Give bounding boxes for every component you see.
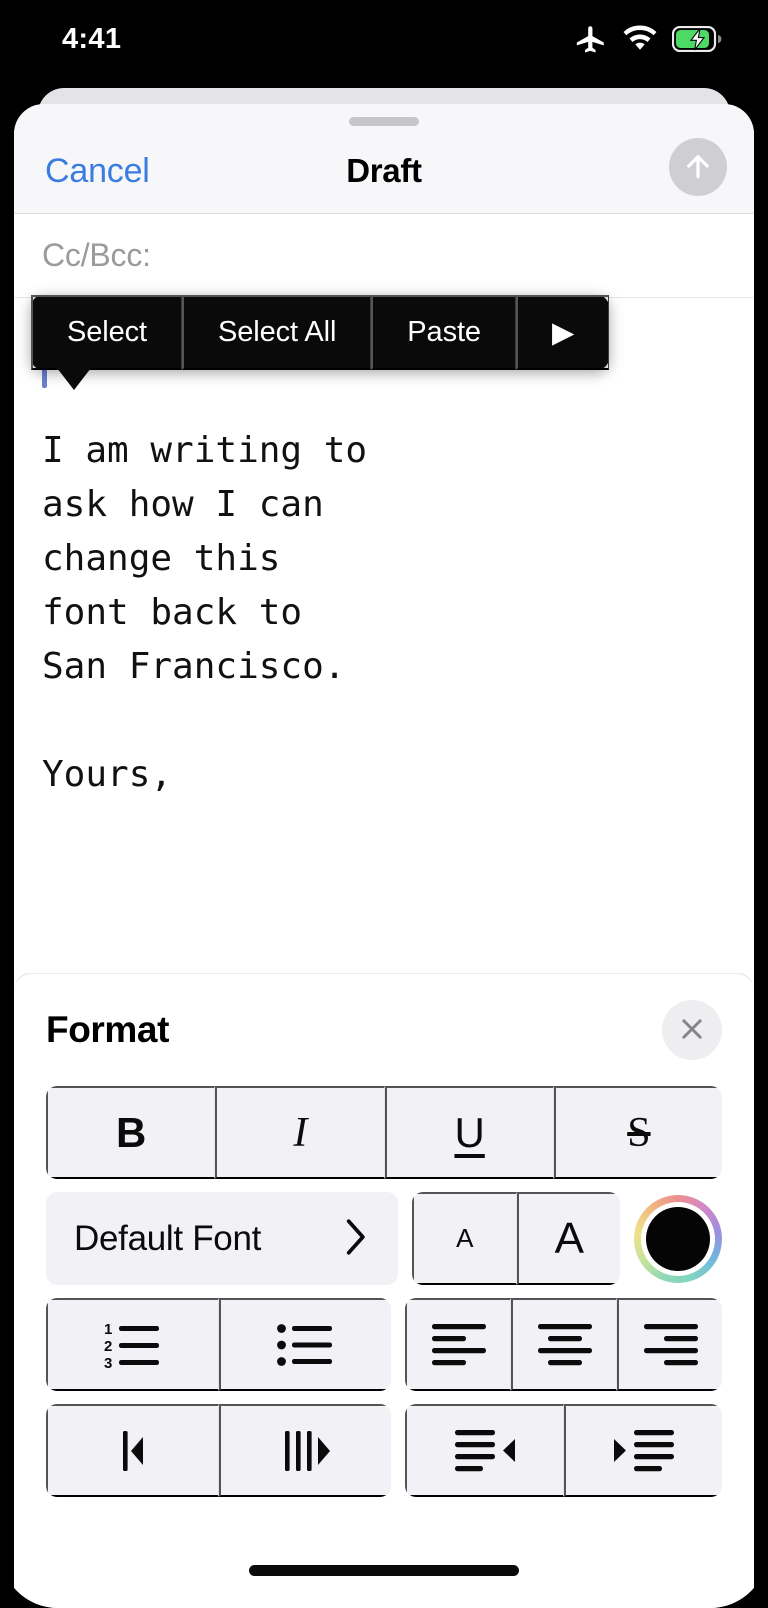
numbered-list-button[interactable]: 1 2 3 [46, 1298, 219, 1391]
numbered-list-icon: 1 2 3 [103, 1319, 163, 1371]
message-body-text: I am writing to ask how I can change thi… [42, 430, 368, 795]
send-button[interactable] [669, 138, 727, 196]
status-bar-time: 4:41 [62, 22, 122, 55]
italic-button[interactable]: I [215, 1086, 385, 1179]
svg-text:3: 3 [104, 1355, 112, 1371]
bulleted-list-button[interactable] [219, 1298, 391, 1391]
font-picker-label: Default Font [74, 1218, 262, 1258]
strikethrough-button[interactable]: S [553, 1086, 722, 1179]
text-direction-segmented-control [46, 1404, 391, 1497]
cc-bcc-field[interactable]: Cc/Bcc: [14, 214, 754, 298]
selected-color-swatch [646, 1206, 710, 1271]
bulleted-list-icon [276, 1319, 336, 1371]
align-right-icon [642, 1319, 700, 1371]
indent-segmented-control [405, 1404, 722, 1497]
font-row: Default Font A A [46, 1192, 722, 1285]
outdent-button[interactable] [405, 1404, 564, 1497]
underline-button[interactable]: U [384, 1086, 554, 1179]
format-panel-title: Format [46, 1009, 169, 1050]
bold-button[interactable]: B [46, 1086, 216, 1179]
alignment-segmented-control [405, 1298, 722, 1391]
text-style-row: B I U S [46, 1086, 722, 1179]
context-menu-paste[interactable]: Paste [371, 295, 516, 370]
context-menu-tail [57, 368, 91, 390]
large-a-glyph: A [554, 1213, 584, 1263]
send-arrow-up-icon [681, 149, 715, 186]
close-x-icon [677, 1014, 707, 1047]
bottom-safe-area [14, 1510, 754, 1608]
small-a-glyph: A [456, 1223, 474, 1253]
home-indicator[interactable] [249, 1565, 519, 1576]
align-center-icon [536, 1319, 594, 1371]
align-center-button[interactable] [511, 1298, 617, 1391]
text-direction-ltr-button[interactable] [46, 1404, 219, 1497]
list-and-align-row: 1 2 3 [46, 1298, 722, 1391]
align-left-icon [430, 1319, 488, 1371]
context-menu-more-arrow-icon[interactable]: ▶ [515, 295, 610, 370]
close-format-panel-button[interactable] [662, 1000, 722, 1060]
battery-charging-icon [672, 26, 722, 52]
align-left-button[interactable] [405, 1298, 511, 1391]
text-direction-rtl-button[interactable] [219, 1404, 391, 1497]
italic-glyph: I [293, 1109, 308, 1156]
underline-glyph: U [454, 1108, 485, 1156]
direction-and-indent-row [46, 1404, 722, 1497]
bold-glyph: B [115, 1108, 147, 1156]
message-body-editor[interactable]: I am writing to ask how I can change thi… [14, 298, 754, 973]
text-direction-left-icon [105, 1425, 161, 1477]
phone-frame: 4:41 Cancel Draft Cc/Bcc: I am writing t… [0, 0, 768, 1608]
text-style-segmented-control: B I U S [46, 1086, 722, 1179]
outdent-icon [453, 1425, 517, 1477]
compose-header: Cancel Draft [14, 104, 754, 214]
page-title: Draft [346, 152, 422, 189]
status-bar-icons [574, 22, 722, 56]
chevron-right-icon [340, 1215, 370, 1262]
sheet-grabber-handle[interactable] [349, 117, 419, 126]
indent-icon [612, 1425, 676, 1477]
increase-font-size-button[interactable]: A [516, 1192, 620, 1285]
cc-bcc-label: Cc/Bcc: [42, 237, 151, 273]
indent-button[interactable] [564, 1404, 722, 1497]
format-panel: Format B I U S Default Font A A 1 2 3 [14, 973, 754, 1510]
text-color-button[interactable] [634, 1194, 722, 1283]
list-segmented-control: 1 2 3 [46, 1298, 391, 1391]
status-bar: 4:41 [0, 0, 768, 78]
wifi-icon [622, 25, 658, 53]
strikethrough-glyph: S [627, 1109, 651, 1156]
font-size-segmented-control: A A [412, 1192, 620, 1285]
font-picker-button[interactable]: Default Font [46, 1192, 398, 1285]
text-edit-context-menu: Select Select All Paste ▶ [31, 295, 610, 390]
format-panel-header: Format [46, 974, 722, 1086]
decrease-font-size-button[interactable]: A [412, 1192, 517, 1285]
align-right-button[interactable] [617, 1298, 722, 1391]
context-menu-select[interactable]: Select [31, 295, 182, 370]
airplane-mode-icon [574, 22, 608, 56]
svg-text:2: 2 [104, 1338, 112, 1355]
context-menu-select-all[interactable]: Select All [182, 295, 372, 370]
text-direction-right-icon [275, 1425, 337, 1477]
svg-text:1: 1 [104, 1321, 112, 1338]
